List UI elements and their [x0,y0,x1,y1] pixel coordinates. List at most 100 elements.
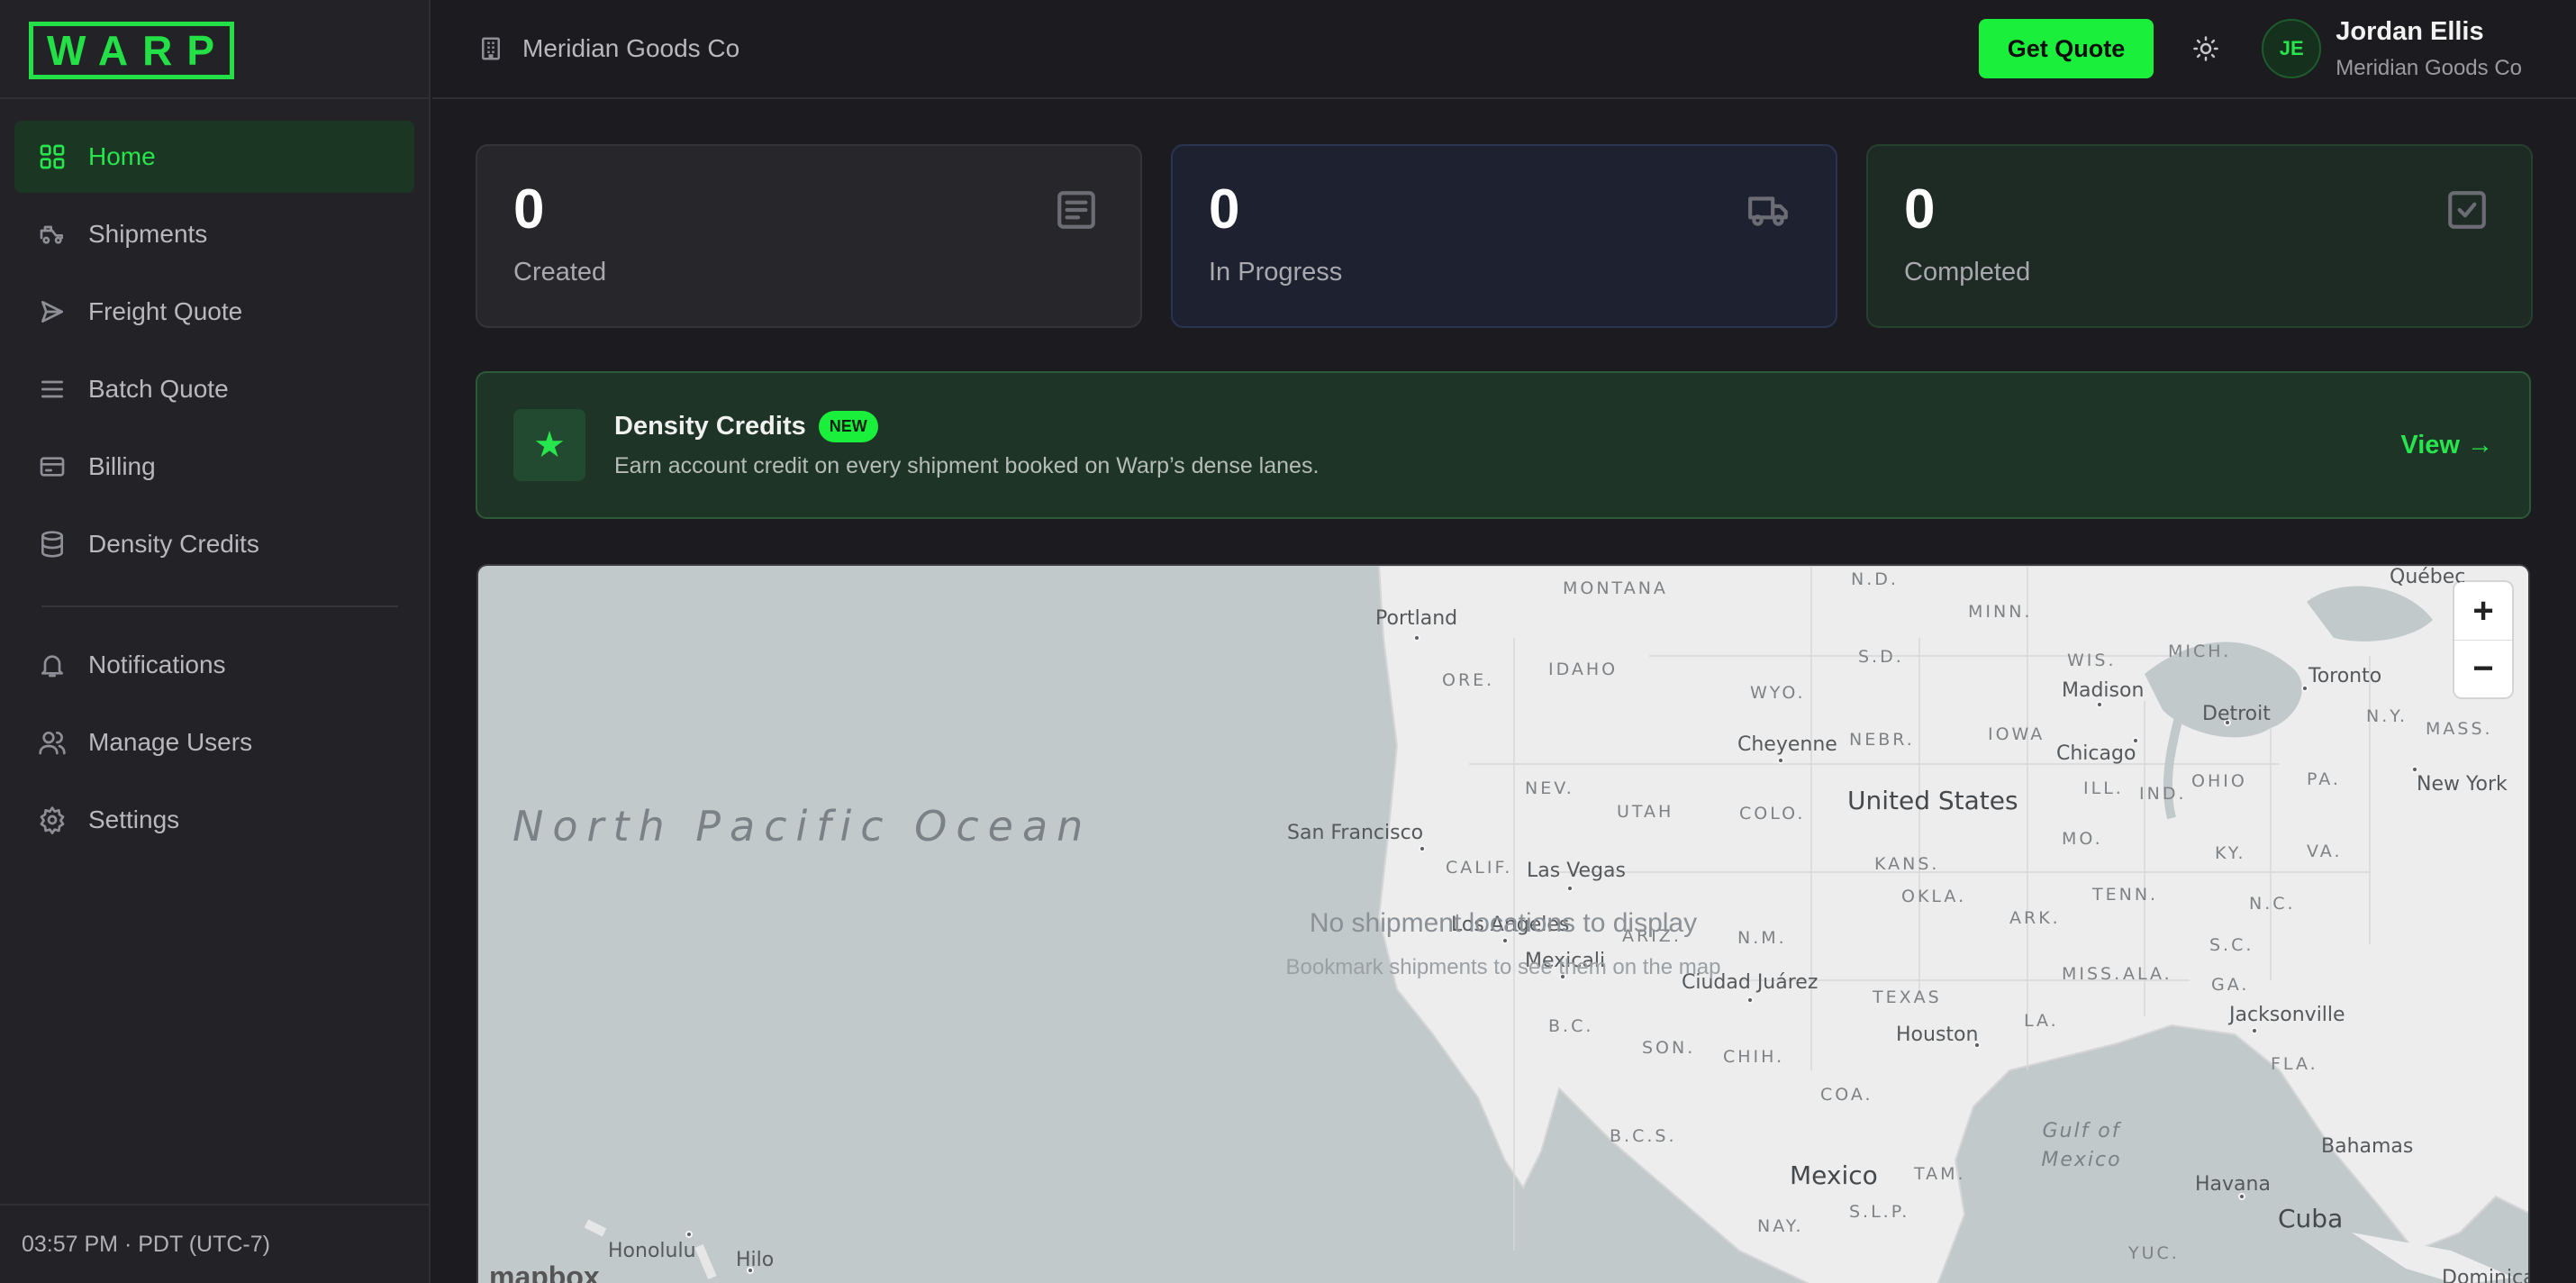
stat-card-completed[interactable]: 0 Completed [1866,144,2533,328]
state-label: FLA. [2271,1054,2318,1074]
sidebar-item-label: Billing [88,452,156,480]
shipment-map[interactable]: North Pacific Ocean Gulf of Mexico Unite… [476,564,2530,1283]
state-label: NEBR. [1849,730,1915,750]
sidebar-item-shipments[interactable]: Shipments [14,198,414,270]
state-label: IOWA [1988,724,2045,744]
city-dot [1566,885,1574,892]
country-label: Mexico [1790,1160,1878,1190]
state-label: S.L.P. [1849,1202,1910,1222]
banner-text: Density Credits NEW Earn account credit … [614,411,1319,479]
banner-subtitle: Earn account credit on every shipment bo… [614,453,1320,478]
state-label: MICH. [2168,642,2232,661]
state-label: ORE. [1442,670,1495,690]
state-label: MINN. [1968,602,2033,622]
sidebar-item-settings[interactable]: Settings [14,784,414,856]
banner-title-row: Density Credits NEW [614,411,1319,442]
top-header: Meridian Goods Co Get Quote JE Jordan El… [432,0,2576,99]
sidebar-item-density-credits[interactable]: Density Credits [14,508,414,580]
nav-divider [41,605,398,607]
state-label: IDAHO [1548,660,1619,679]
avatar[interactable]: JE [2262,19,2322,78]
state-label: TENN. [2092,885,2159,905]
city-label: Las Vegas [1527,860,1626,882]
theme-toggle-button[interactable] [2179,22,2233,76]
get-quote-button[interactable]: Get Quote [1978,19,2154,78]
sidebar: WARP Home Shipments Freight Quote Batch … [0,0,431,1283]
sidebar-item-manage-users[interactable]: Manage Users [14,706,414,778]
city-label: Portland [1375,607,1458,630]
city-label: Jacksonville [2229,1004,2345,1026]
state-label: TAM. [1914,1164,1966,1184]
user-info[interactable]: Jordan Ellis Meridian Goods Co [2336,17,2522,81]
map-empty-subtitle: Bookmark shipments to see them on the ma… [1285,955,1721,979]
state-label: COA. [1820,1085,1873,1105]
sidebar-item-notifications[interactable]: Notifications [14,629,414,701]
ocean-label: North Pacific Ocean [512,802,1093,851]
city-label: Bahamas [2321,1135,2414,1158]
city-label: Québec [2390,566,2466,588]
city-dot [2096,701,2103,708]
stat-card-created[interactable]: 0 Created [476,144,1142,328]
city-label: Chicago [2056,742,2136,765]
state-label: N.Y. [2366,706,2408,726]
state-label: KY. [2215,843,2246,863]
list-icon [38,375,67,404]
density-credits-banner: ★ Density Credits NEW Earn account credi… [476,371,2531,519]
banner-title: Density Credits [614,412,806,441]
truck-icon [1744,187,1794,232]
sidebar-footer-time: 03:57 PM · PDT (UTC-7) [0,1204,429,1283]
stat-value: 0 [513,178,545,241]
state-label: CHIH. [1723,1047,1785,1067]
city-label: Toronto [2308,665,2382,687]
sidebar-item-batch-quote[interactable]: Batch Quote [14,353,414,425]
org-selector[interactable]: Meridian Goods Co [477,34,739,63]
credit-card-icon [38,452,67,481]
city-label: Havana [2195,1173,2271,1196]
state-label: LA. [2024,1011,2059,1031]
stat-card-in-progress[interactable]: 0 In Progress [1171,144,1837,328]
zoom-out-button[interactable]: − [2454,640,2512,697]
truck-icon [38,220,67,249]
state-label: TEXAS [1873,987,1942,1007]
state-label: N.D. [1851,569,1899,589]
sidebar-item-label: Batch Quote [88,375,229,403]
city-dot [1746,996,1754,1004]
sidebar-item-label: Home [88,142,156,170]
state-label: UTAH [1617,802,1674,822]
stat-label: In Progress [1209,258,1343,287]
city-label: Madison [2062,679,2145,702]
state-label: MO. [2062,829,2103,849]
state-label: NEV. [1525,778,1574,798]
building-icon [482,37,500,60]
state-label: YUC. [2128,1243,2180,1263]
banner-view-link[interactable]: View → [2400,431,2493,460]
state-label: MASS. [2426,719,2493,739]
state-label: B.C. [1548,1016,1594,1036]
state-label: COLO. [1739,804,1806,823]
state-label: IND. [2139,784,2187,804]
warp-logo[interactable]: WARP [29,22,234,79]
state-label: SON. [1642,1038,1696,1058]
sidebar-item-label: Settings [88,805,180,833]
state-label: B.C.S. [1610,1126,1677,1146]
city-dot [2301,685,2308,692]
city-dot [2251,1027,2258,1034]
sidebar-item-label: Manage Users [88,728,253,756]
user-name: Jordan Ellis [2336,16,2484,46]
sun-icon [2193,36,2218,61]
user-org: Meridian Goods Co [2336,55,2522,80]
sidebar-item-billing[interactable]: Billing [14,431,414,503]
state-label: PA. [2307,769,2341,789]
sidebar-item-freight-quote[interactable]: Freight Quote [14,276,414,348]
city-label: Hilo [736,1249,775,1271]
users-icon [38,728,67,757]
new-badge: NEW [818,411,878,442]
zoom-in-button[interactable]: + [2454,582,2512,640]
state-label: OHIO [2191,771,2247,791]
mapbox-logo[interactable]: mapbox [489,1260,600,1283]
city-dot [1777,757,1784,764]
sidebar-item-label: Shipments [88,220,208,248]
state-label: ILL. [2083,778,2124,798]
header-actions: Get Quote JE Jordan Ellis Meridian Goods… [1978,17,2522,81]
sidebar-item-home[interactable]: Home [14,121,414,193]
